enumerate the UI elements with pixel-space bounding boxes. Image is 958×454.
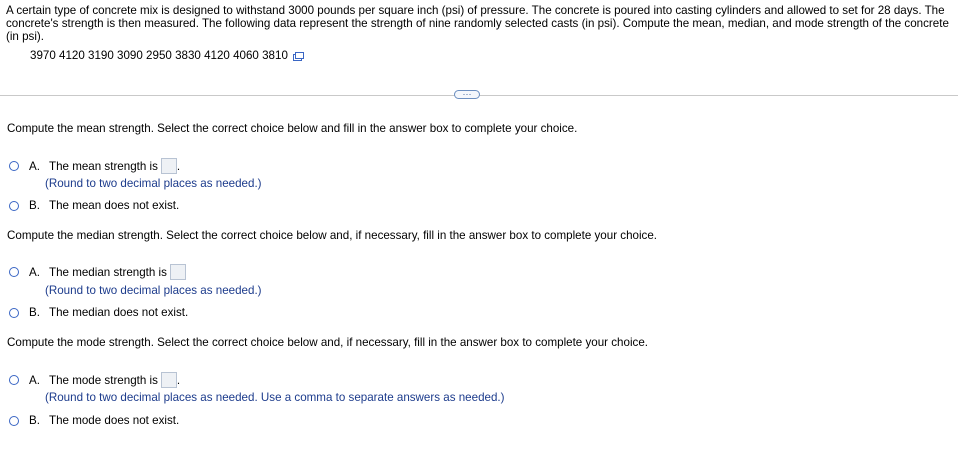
median-choice-a-radio[interactable] [9,267,19,277]
mode-choice-b-radio[interactable] [9,415,19,426]
mean-question: Compute the mean strength. Select the co… [7,122,578,135]
mean-choice-a-radio[interactable] [9,161,19,171]
mode-choice-a-text: The mode strength is [49,373,158,387]
choice-letter: B. [29,199,40,212]
mean-choice-a-suffix: . [176,159,181,173]
data-values-row: 3970 4120 3190 3090 2950 3830 4120 4060 … [30,49,304,62]
median-choice-b-text: The median does not exist. [49,306,189,319]
mode-choice-b[interactable]: B. The mode does not exist. [9,414,179,427]
mode-choice-b-text: The mode does not exist. [49,414,180,427]
median-choice-a-text: The median strength is [49,265,167,279]
copy-data-icon[interactable] [292,51,304,61]
choice-letter: A. [29,265,40,279]
mean-choice-b-radio[interactable] [9,200,19,211]
mean-choice-a[interactable]: A. The mean strength is . [9,158,180,174]
choice-letter: B. [29,306,40,319]
mode-answer-box[interactable] [160,372,177,388]
expand-problem-button[interactable]: ··· [454,90,480,99]
median-answer-box[interactable] [169,264,186,280]
median-question: Compute the median strength. Select the … [7,229,658,242]
median-choice-b-radio[interactable] [9,307,19,318]
mean-choice-b-text: The mean does not exist. [49,199,180,212]
mean-choice-a-text: The mean strength is [49,159,158,173]
median-choice-a[interactable]: A. The median strength is [9,264,186,280]
choice-letter: B. [29,414,40,427]
mode-question: Compute the mode strength. Select the co… [7,336,648,349]
mean-rounding-hint: (Round to two decimal places as needed.) [45,177,262,190]
mode-choice-a-suffix: . [176,373,181,387]
choice-letter: A. [29,159,40,173]
data-values: 3970 4120 3190 3090 2950 3830 4120 4060 … [30,49,288,62]
choice-letter: A. [29,373,40,387]
mode-choice-a[interactable]: A. The mode strength is . [9,372,180,388]
mean-choice-b[interactable]: B. The mean does not exist. [9,199,179,212]
problem-statement: A certain type of concrete mix is design… [6,4,949,43]
median-rounding-hint: (Round to two decimal places as needed.) [45,284,262,297]
mode-choice-a-radio[interactable] [9,375,19,385]
median-choice-b[interactable]: B. The median does not exist. [9,306,188,319]
mode-rounding-hint: (Round to two decimal places as needed. … [45,391,505,404]
mean-answer-box[interactable] [160,158,177,174]
